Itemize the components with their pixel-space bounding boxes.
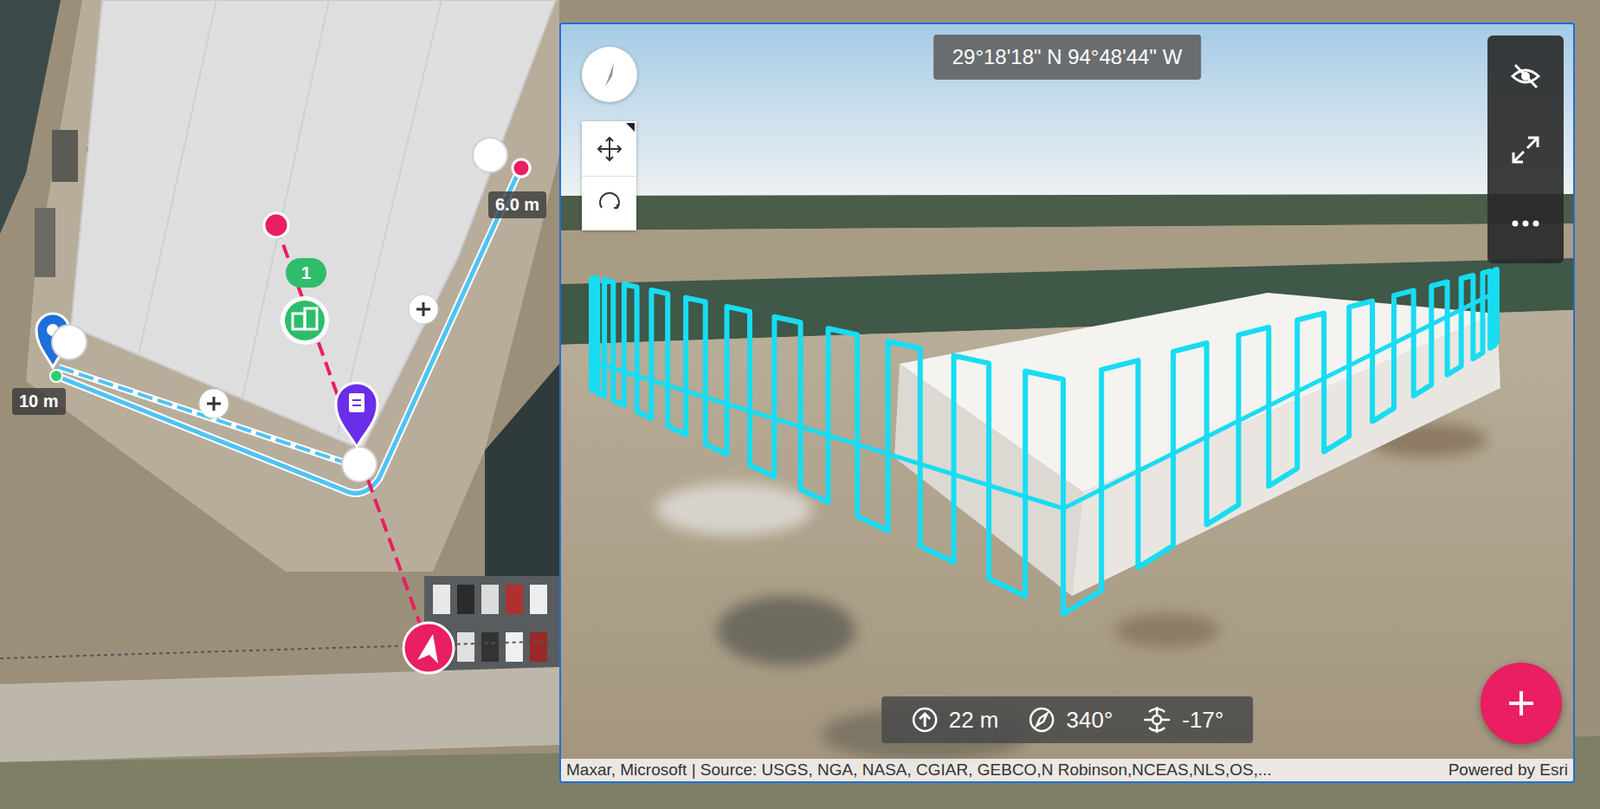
compass-button[interactable] <box>581 46 638 103</box>
vertex-handle[interactable] <box>472 137 508 173</box>
more-button[interactable] <box>1487 186 1564 260</box>
gimbal-icon <box>1141 704 1172 735</box>
attribution-bar: Maxar, Microsoft | Source: USGS, NGA, NA… <box>561 758 1574 781</box>
add-button[interactable] <box>1480 662 1562 744</box>
water <box>484 363 560 581</box>
drone-icon[interactable] <box>403 622 454 673</box>
structure <box>51 129 78 182</box>
camera-reading: -17° <box>1141 704 1224 735</box>
building-icon[interactable] <box>280 296 330 345</box>
scene-3d[interactable] <box>561 24 1574 781</box>
pan-button[interactable] <box>581 121 637 176</box>
heading-line <box>276 225 429 648</box>
ground <box>0 0 1600 809</box>
vertex-handle[interactable] <box>51 324 87 360</box>
start-point[interactable] <box>50 369 63 382</box>
end-point[interactable] <box>512 159 530 177</box>
warehouse-3d <box>894 292 1501 596</box>
distance-label: 6.0 m <box>488 191 547 219</box>
sky <box>561 24 1574 198</box>
compass-needle-icon <box>594 59 625 90</box>
menu-corner-mark <box>625 122 635 132</box>
expand-button[interactable] <box>1487 112 1564 187</box>
scene-view-panel[interactable]: 29°18'18" N 94°48'44" W 22 m 340° -17° Maxar… <box>559 22 1575 783</box>
powered-by-text[interactable]: Powered by Esri <box>1448 760 1568 780</box>
road <box>0 666 560 762</box>
camera-reading: 22 m <box>910 705 1000 734</box>
distance-label: 10 m <box>12 387 66 415</box>
flight-planner: 10 m 6.0 m 1 29°18'18" N 94°48'44" W 22 m 340… <box>0 0 1600 809</box>
structure <box>34 207 56 278</box>
more-icon <box>1509 219 1542 228</box>
rotate-icon <box>596 190 623 217</box>
warehouse-roof <box>70 0 556 450</box>
apron <box>25 0 560 572</box>
poi-point[interactable] <box>264 212 289 238</box>
add-vertex-icon[interactable] <box>199 388 229 419</box>
hide-button[interactable] <box>1487 38 1564 113</box>
heading-icon <box>1028 705 1057 734</box>
flight-path-3d[interactable] <box>591 291 1497 509</box>
eye-off-icon <box>1509 59 1542 93</box>
add-vertex-icon[interactable] <box>408 294 439 324</box>
navigation-controls <box>581 121 637 231</box>
flight-path[interactable] <box>56 167 521 493</box>
camera-status-bar: 22 m 340° -17° <box>881 696 1254 743</box>
vertex-handle[interactable] <box>341 446 377 482</box>
task-pin-icon[interactable] <box>335 382 378 447</box>
task-count-badge: 1 <box>285 258 327 288</box>
flight-path-3d[interactable] <box>591 269 1497 614</box>
attribution-text: Maxar, Microsoft | Source: USGS, NGA, NA… <box>566 760 1272 780</box>
plus-icon <box>1503 685 1539 721</box>
move-icon <box>596 135 623 162</box>
view-toolbar <box>1487 35 1564 264</box>
coordinates-readout: 29°18'18" N 94°48'44" W <box>933 34 1202 80</box>
camera-reading: 340° <box>1028 705 1114 734</box>
expand-icon <box>1509 134 1542 166</box>
rotate-button[interactable] <box>581 175 637 231</box>
altitude-icon <box>910 705 939 734</box>
